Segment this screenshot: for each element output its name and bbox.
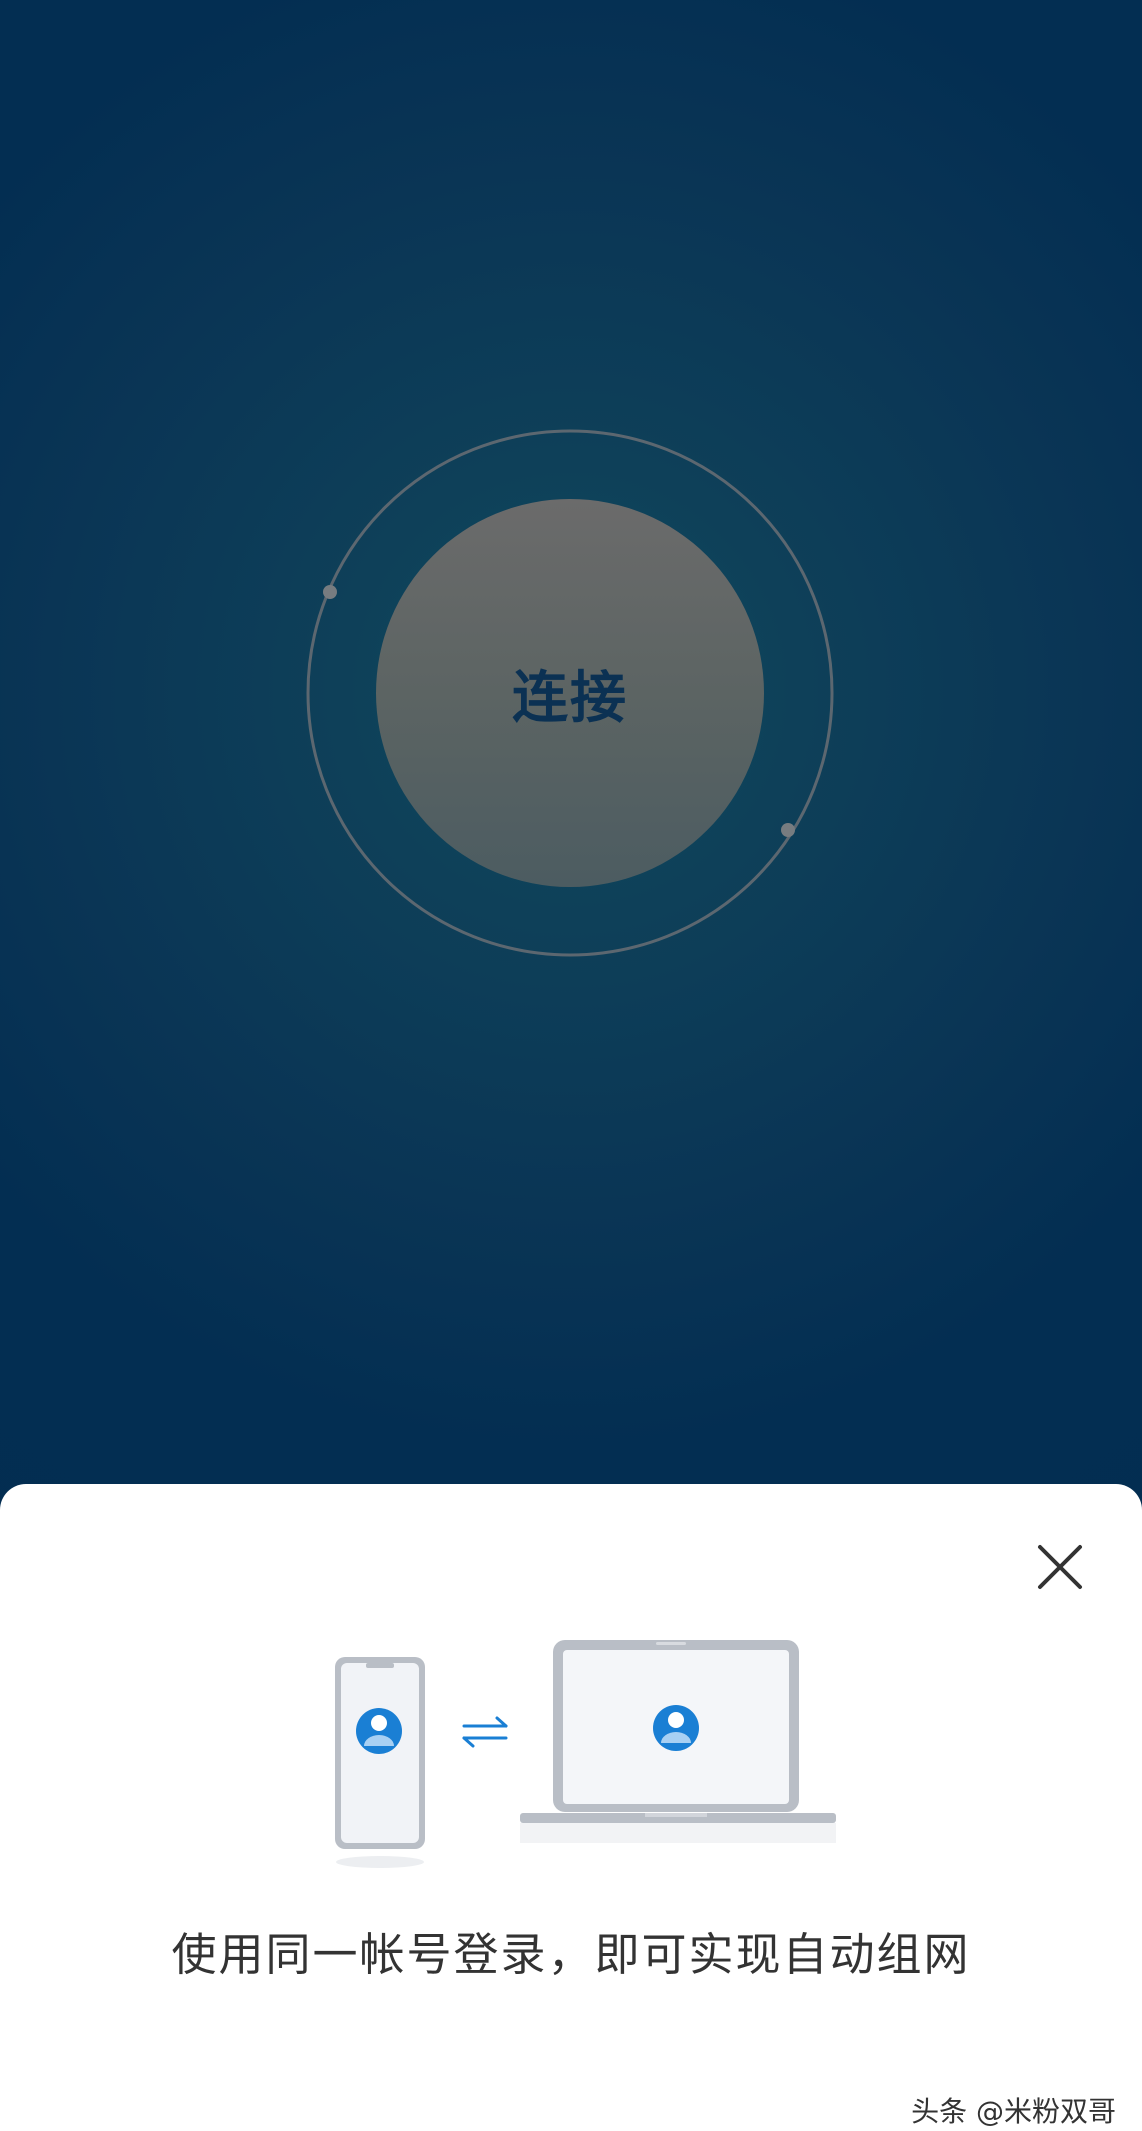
orbit-dot-right <box>781 823 795 837</box>
phone-icon <box>335 1657 425 1868</box>
user-avatar-icon <box>653 1705 699 1751</box>
close-icon[interactable] <box>1028 1535 1092 1599</box>
sync-message: 使用同一帐号登录，即可实现自动组网 <box>171 1928 971 1981</box>
user-avatar-icon <box>356 1708 402 1754</box>
device-sync-illustration <box>335 1640 836 1868</box>
app-screen: 连接 使用同一帐号登录，即可实现自动组网 头条 @米粉双哥 <box>0 0 1142 2131</box>
swap-arrows-icon <box>462 1716 508 1748</box>
connect-label: 连接 <box>512 665 628 731</box>
orbit-dot-left <box>323 585 337 599</box>
watermark: 头条 @米粉双哥 <box>911 2095 1116 2128</box>
connect-button[interactable]: 连接 <box>376 499 764 887</box>
